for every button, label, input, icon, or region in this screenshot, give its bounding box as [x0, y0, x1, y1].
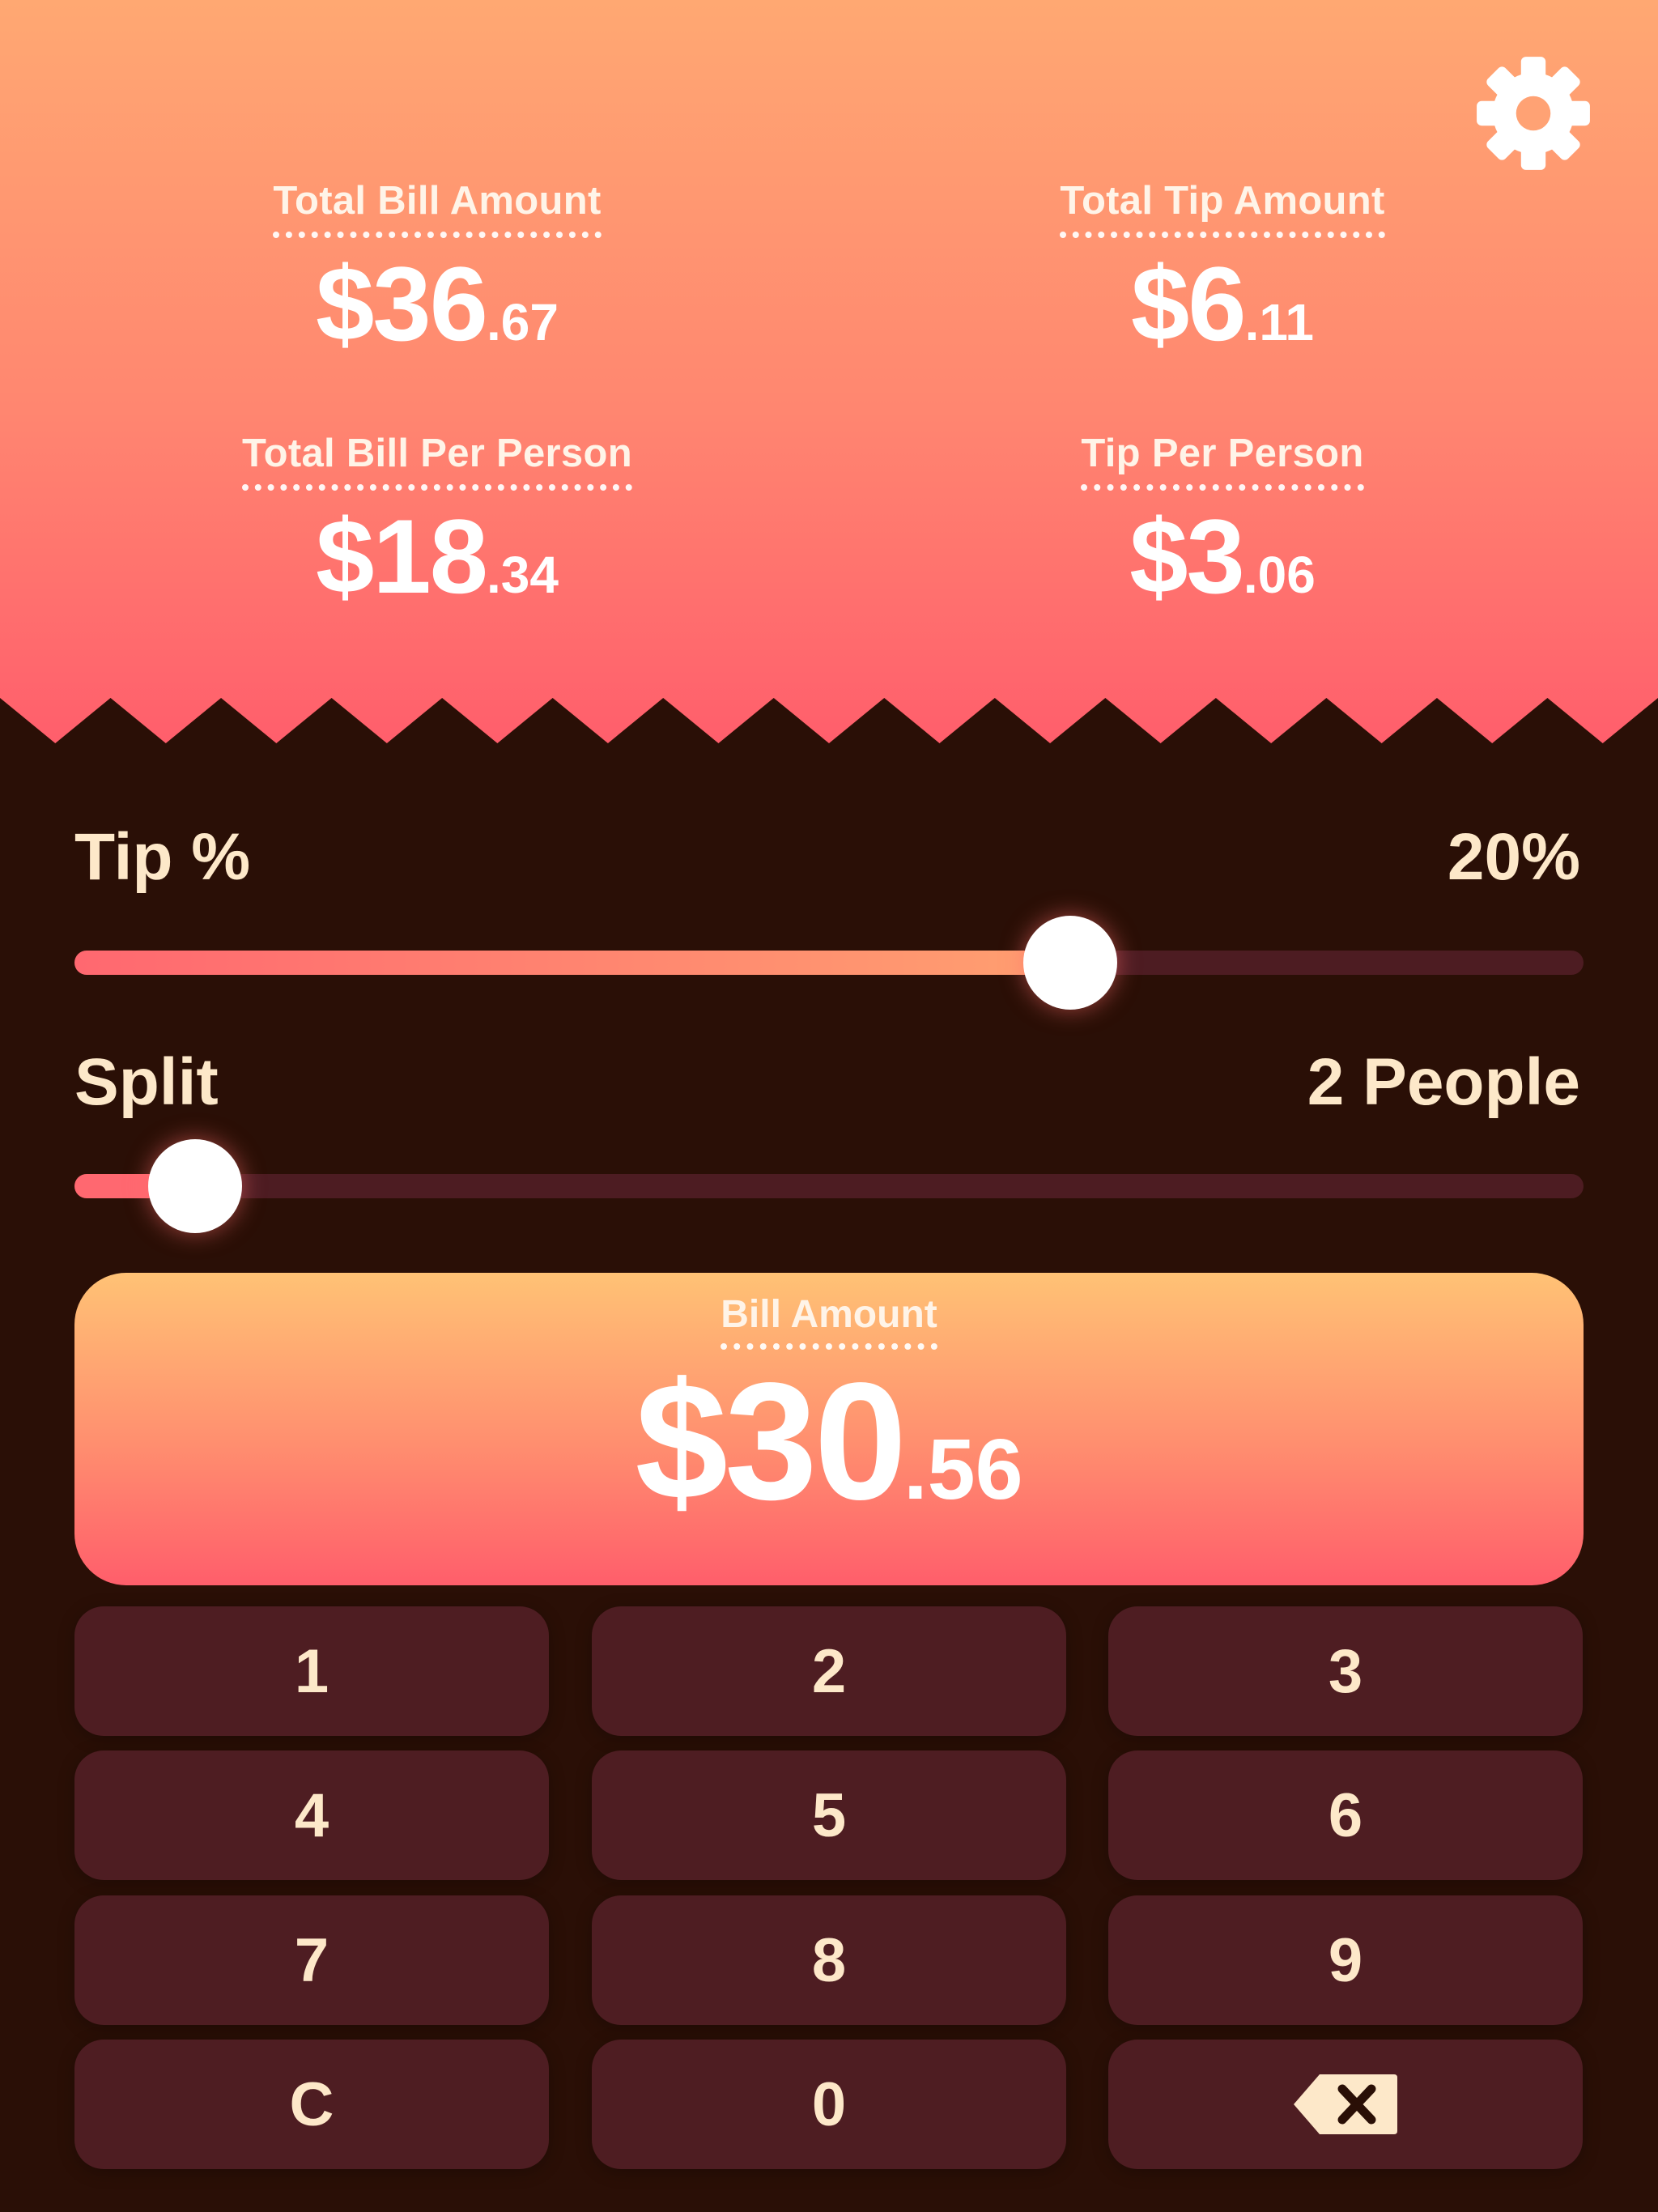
tip-per-person-cents: .06 — [1243, 546, 1316, 604]
bill-amount-dollars: $30 — [635, 1348, 907, 1534]
split-value: 2 People — [1307, 1045, 1580, 1119]
bill-per-person-amount: $18.34 — [193, 504, 682, 609]
key-4[interactable]: 4 — [74, 1750, 549, 1880]
summary-header: Total Bill Amount $36.67 Total Tip Amoun… — [0, 0, 1658, 745]
split-slider-thumb[interactable] — [148, 1139, 243, 1233]
tip-percent-value: 20% — [1447, 820, 1580, 894]
total-tip-stat: Total Tip Amount $6.11 — [978, 178, 1467, 356]
total-bill-label: Total Bill Amount — [273, 178, 602, 238]
key-3[interactable]: 3 — [1108, 1606, 1583, 1736]
split-slider[interactable] — [74, 1174, 1584, 1198]
backspace-icon[interactable] — [1292, 2073, 1399, 2136]
key-6[interactable]: 6 — [1108, 1750, 1583, 1880]
bill-per-person-stat: Total Bill Per Person $18.34 — [193, 431, 682, 609]
backspace-button[interactable] — [1108, 2040, 1583, 2169]
bill-per-person-dollars: $18 — [316, 497, 488, 615]
total-tip-cents: .11 — [1244, 293, 1315, 351]
key-9[interactable]: 9 — [1108, 1895, 1583, 2025]
key-0[interactable]: 0 — [592, 2040, 1066, 2169]
total-bill-amount: $36.67 — [193, 251, 682, 356]
tip-per-person-label: Tip Per Person — [1081, 431, 1364, 491]
gear-icon[interactable] — [1472, 52, 1595, 175]
total-tip-label: Total Tip Amount — [1060, 178, 1385, 238]
bill-amount-display[interactable]: Bill Amount $30.56 — [74, 1273, 1584, 1585]
bill-amount-value: $30.56 — [74, 1358, 1584, 1525]
bill-amount-cents: .56 — [903, 1422, 1023, 1517]
tip-slider-fill — [74, 951, 1071, 975]
key-2[interactable]: 2 — [592, 1606, 1066, 1736]
bill-amount-label: Bill Amount — [721, 1292, 937, 1350]
total-bill-cents: .67 — [486, 293, 559, 351]
split-label: Split — [74, 1045, 219, 1119]
key-5[interactable]: 5 — [592, 1750, 1066, 1880]
key-1[interactable]: 1 — [74, 1606, 549, 1736]
key-clear[interactable]: C — [74, 2040, 549, 2169]
tip-percent-label: Tip % — [74, 820, 251, 894]
total-bill-dollars: $36 — [316, 245, 488, 363]
tip-slider[interactable] — [74, 951, 1584, 975]
bill-per-person-label: Total Bill Per Person — [242, 431, 632, 491]
tip-per-person-dollars: $3 — [1129, 497, 1245, 615]
tip-per-person-amount: $3.06 — [978, 504, 1467, 609]
tip-slider-thumb[interactable] — [1023, 916, 1118, 1010]
bill-per-person-cents: .34 — [486, 546, 559, 604]
settings-button[interactable] — [1472, 52, 1595, 175]
total-bill-stat: Total Bill Amount $36.67 — [193, 178, 682, 356]
total-tip-amount: $6.11 — [978, 251, 1467, 356]
key-8[interactable]: 8 — [592, 1895, 1066, 2025]
tip-per-person-stat: Tip Per Person $3.06 — [978, 431, 1467, 609]
total-tip-dollars: $6 — [1130, 245, 1247, 363]
key-7[interactable]: 7 — [74, 1895, 549, 2025]
receipt-tear-edge — [0, 698, 1658, 747]
